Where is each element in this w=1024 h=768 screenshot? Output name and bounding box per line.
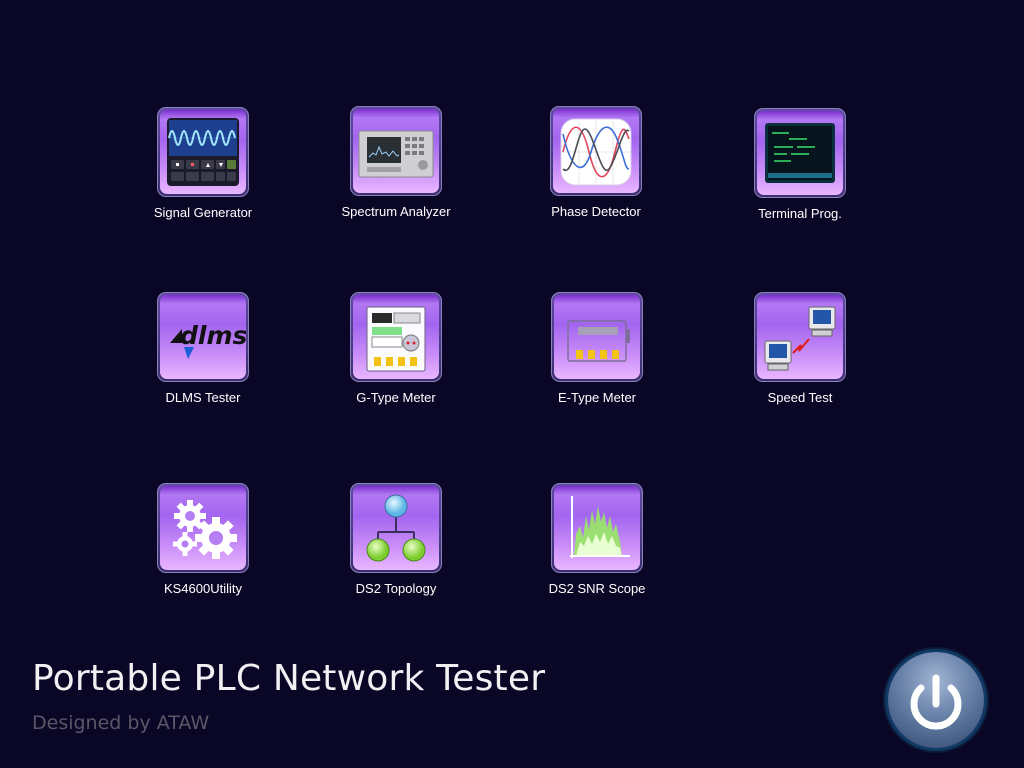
app-label: E-Type Meter (557, 390, 637, 405)
signal-generator-icon (167, 118, 239, 186)
app-label: Phase Detector (551, 204, 641, 219)
app-title: Portable PLC Network Tester (32, 658, 546, 699)
app-phase-detector[interactable]: Phase Detector (531, 106, 661, 219)
svg-text:dlms: dlms (180, 321, 246, 350)
app-label: G-Type Meter (356, 390, 436, 405)
app-label: Spectrum Analyzer (341, 204, 451, 219)
app-speed-test[interactable]: Speed Test (735, 292, 865, 405)
app-label: Signal Generator (153, 205, 253, 220)
app-spectrum-analyzer[interactable]: Spectrum Analyzer (331, 106, 461, 219)
g-type-meter-icon (366, 306, 426, 372)
app-label: DS2 Topology (355, 581, 437, 596)
app-label: Terminal Prog. (758, 206, 842, 221)
app-g-type-meter[interactable]: G-Type Meter (331, 292, 461, 405)
phase-detector-icon (560, 118, 632, 186)
terminal-icon (765, 123, 835, 183)
gears-icon (173, 500, 237, 559)
app-label: DLMS Tester (165, 390, 241, 405)
app-label: DS2 SNR Scope (548, 581, 646, 596)
app-ks4600utility[interactable]: KS4600Utility (138, 483, 268, 596)
dlms-logo-icon: dlms (170, 321, 246, 359)
app-label: Speed Test (767, 390, 833, 405)
power-icon (910, 674, 962, 730)
spectrum-analyzer-icon (358, 130, 434, 178)
app-terminal-prog[interactable]: Terminal Prog. (735, 108, 865, 221)
app-ds2-snr-scope[interactable]: DS2 SNR Scope (532, 483, 662, 596)
app-signal-generator[interactable]: Signal Generator (138, 107, 268, 220)
app-ds2-topology[interactable]: DS2 Topology (331, 483, 461, 596)
snr-chart-icon (570, 496, 630, 558)
topology-tree-icon (366, 494, 426, 562)
power-button[interactable] (888, 652, 984, 748)
app-e-type-meter[interactable]: E-Type Meter (532, 292, 662, 405)
app-label: KS4600Utility (163, 581, 243, 596)
designer-credit: Designed by ATAW (32, 712, 210, 734)
e-type-meter-icon (567, 320, 630, 362)
app-dlms-tester[interactable]: dlms DLMS Tester (138, 292, 268, 405)
computers-link-icon (764, 306, 836, 371)
